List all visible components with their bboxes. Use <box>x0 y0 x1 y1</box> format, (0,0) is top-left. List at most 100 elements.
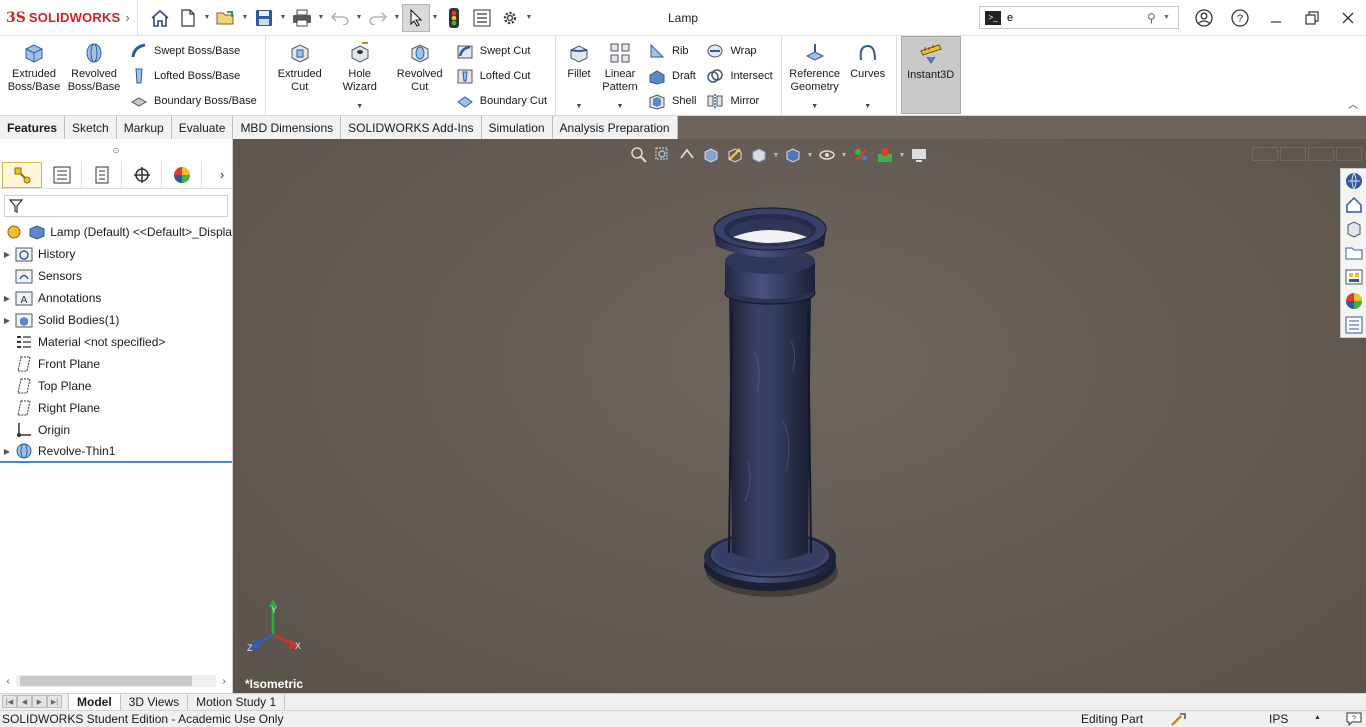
save-dropdown-icon[interactable]: ▼ <box>278 4 288 32</box>
fillet-button[interactable]: Fillet ▼ <box>560 36 598 114</box>
scroll-thumb[interactable] <box>20 676 192 686</box>
tree-item-origin[interactable]: Origin <box>0 419 232 441</box>
section-view-icon[interactable] <box>699 144 723 166</box>
lofted-boss-button[interactable]: Lofted Boss/Base <box>128 63 257 88</box>
expand-arrow-icon[interactable]: ▶ <box>0 250 14 259</box>
viewport-minimize-icon[interactable] <box>1252 147 1278 161</box>
dimxpert-manager-tab-icon[interactable] <box>122 161 162 188</box>
account-icon[interactable] <box>1186 0 1222 36</box>
revolved-cut-button[interactable]: Revolved Cut <box>390 36 450 114</box>
boundary-boss-button[interactable]: Boundary Boss/Base <box>128 89 257 114</box>
open-dropdown-icon[interactable]: ▼ <box>240 4 250 32</box>
dynamic-annotation-icon[interactable] <box>723 144 747 166</box>
first-tab-icon[interactable]: |◀ <box>2 695 17 708</box>
swept-boss-button[interactable]: Swept Boss/Base <box>128 38 257 63</box>
shell-button[interactable]: Shell <box>646 89 696 114</box>
hole-wizard-button[interactable]: Hole Wizard ▼ <box>330 36 390 114</box>
menu-expand-arrow[interactable]: › <box>118 0 138 36</box>
tab-model[interactable]: Model <box>68 693 121 710</box>
more-tabs-arrow-icon[interactable]: › <box>212 167 232 182</box>
redo-dropdown-icon[interactable]: ▼ <box>392 4 402 32</box>
last-tab-icon[interactable]: ▶| <box>47 695 62 708</box>
file-properties-icon[interactable] <box>468 4 496 32</box>
solidworks-resources-icon[interactable] <box>1343 170 1365 192</box>
quick-tips-icon[interactable]: ? <box>1346 712 1362 727</box>
viewport-restore-icon[interactable] <box>1280 147 1306 161</box>
expand-arrow-icon[interactable]: ▶ <box>0 316 14 325</box>
rib-button[interactable]: Rib <box>646 38 696 63</box>
feature-manager-tab-icon[interactable] <box>2 161 42 188</box>
tab-3d-views[interactable]: 3D Views <box>121 693 189 710</box>
save-icon[interactable] <box>250 4 278 32</box>
reference-geometry-button[interactable]: Reference Geometry ▼ <box>786 36 844 114</box>
next-tab-icon[interactable]: ▶ <box>32 695 47 708</box>
redo-icon[interactable] <box>364 4 392 32</box>
print-dropdown-icon[interactable]: ▼ <box>316 4 326 32</box>
undo-icon[interactable] <box>326 4 354 32</box>
display-manager-tab-icon[interactable] <box>162 161 202 188</box>
curves-dropdown-icon[interactable]: ▼ <box>864 103 871 114</box>
expand-arrow-icon[interactable]: ▶ <box>0 447 14 456</box>
tab-markup[interactable]: Markup <box>116 116 172 139</box>
design-library-icon[interactable] <box>1343 218 1365 240</box>
boundary-cut-button[interactable]: Boundary Cut <box>454 89 547 114</box>
undo-dropdown-icon[interactable]: ▼ <box>354 4 364 32</box>
tree-item-revolve-thin1[interactable]: ▶ Revolve-Thin1 <box>0 441 232 463</box>
tab-solidworks-add-ins[interactable]: SOLIDWORKS Add-Ins <box>341 116 482 139</box>
zoom-to-fit-icon[interactable] <box>627 144 651 166</box>
select-cursor-icon[interactable] <box>402 3 430 32</box>
configuration-manager-tab-icon[interactable] <box>82 161 122 188</box>
instant3d-button[interactable]: Instant3D <box>900 36 961 114</box>
print-icon[interactable] <box>288 4 316 32</box>
tab-analysis-preparation[interactable]: Analysis Preparation <box>552 116 678 139</box>
tree-item-annotations[interactable]: ▶ A Annotations <box>0 287 232 309</box>
options-dropdown-icon[interactable]: ▼ <box>524 4 534 32</box>
view-orientation-icon[interactable] <box>747 144 771 166</box>
tree-filter[interactable] <box>4 195 228 217</box>
home-icon[interactable] <box>146 4 174 32</box>
select-dropdown-icon[interactable]: ▼ <box>430 4 440 32</box>
fillet-dropdown-icon[interactable]: ▼ <box>576 103 583 114</box>
rebuild-traffic-light-icon[interactable] <box>440 4 468 32</box>
new-dropdown-icon[interactable]: ▼ <box>202 4 212 32</box>
prev-tab-icon[interactable]: ◀ <box>17 695 32 708</box>
hole-wizard-dropdown-icon[interactable]: ▼ <box>356 103 363 114</box>
expand-arrow-icon[interactable]: ▶ <box>0 294 14 303</box>
search-dropdown-icon[interactable]: ▼ <box>1163 14 1175 21</box>
tree-horizontal-scrollbar[interactable]: ‹ › <box>0 673 232 689</box>
property-manager-tab-icon[interactable] <box>42 161 82 188</box>
display-style-icon[interactable] <box>781 144 805 166</box>
extruded-boss-button[interactable]: Extruded Boss/Base <box>4 36 64 114</box>
rebuild-status-icon[interactable] <box>1171 712 1187 727</box>
wrap-button[interactable]: Wrap <box>704 38 772 63</box>
scroll-track[interactable] <box>16 675 216 687</box>
apply-scene-icon[interactable] <box>873 144 897 166</box>
edit-appearance-icon[interactable] <box>849 144 873 166</box>
close-icon[interactable] <box>1330 0 1366 36</box>
swept-cut-button[interactable]: Swept Cut <box>454 38 547 63</box>
search-box[interactable]: >_ ⚲ ▼ <box>979 6 1179 29</box>
graphics-viewport[interactable]: ▼ ▼ ▼ ▼ Y X Z *Isometric <box>233 139 1366 693</box>
appearances-scenes-icon[interactable] <box>1343 290 1365 312</box>
panel-splitter-handle[interactable]: ⊙ <box>0 139 232 161</box>
lofted-cut-button[interactable]: Lofted Cut <box>454 63 547 88</box>
revolved-boss-button[interactable]: Revolved Boss/Base <box>64 36 124 114</box>
tree-item-sensors[interactable]: Sensors <box>0 265 232 287</box>
scroll-right-icon[interactable]: › <box>216 676 232 687</box>
tree-item-right-plane[interactable]: Right Plane <box>0 397 232 419</box>
open-folder-icon[interactable] <box>212 4 240 32</box>
hide-show-items-icon[interactable] <box>815 144 839 166</box>
tree-item-solid-bodies[interactable]: ▶ Solid Bodies(1) <box>0 309 232 331</box>
linear-pattern-button[interactable]: Linear Pattern ▼ <box>598 36 642 114</box>
new-document-icon[interactable] <box>174 4 202 32</box>
tab-motion-study-1[interactable]: Motion Study 1 <box>188 693 286 710</box>
tab-simulation[interactable]: Simulation <box>481 116 553 139</box>
extruded-cut-button[interactable]: Extruded Cut <box>270 36 330 114</box>
tab-evaluate[interactable]: Evaluate <box>171 116 234 139</box>
lamp-model[interactable] <box>693 201 853 601</box>
minimize-icon[interactable] <box>1258 0 1294 36</box>
linear-pattern-dropdown-icon[interactable]: ▼ <box>617 103 624 114</box>
search-input[interactable] <box>1007 11 1147 24</box>
viewport-maximize-icon[interactable] <box>1308 147 1334 161</box>
mirror-button[interactable]: Mirror <box>704 89 772 114</box>
